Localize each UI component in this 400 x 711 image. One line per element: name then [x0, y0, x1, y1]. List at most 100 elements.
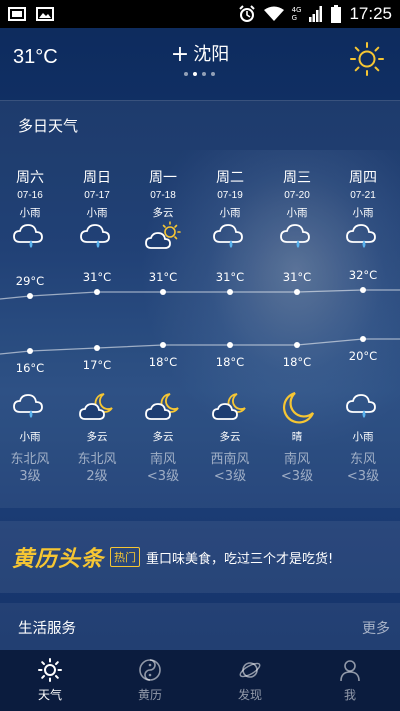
nav-weather[interactable]: 天气: [0, 650, 100, 711]
rain-icon: [78, 220, 116, 258]
wind-info: 南风 <3级: [264, 451, 330, 485]
nav-label: 我: [343, 688, 356, 702]
forecast-day[interactable]: 周二 07-19 小雨: [197, 167, 263, 220]
page-dot: [211, 72, 215, 76]
high-temp-label: 31°C: [148, 270, 178, 284]
forecast-day[interactable]: 周日 07-17 小雨: [64, 167, 130, 220]
nav-discover[interactable]: 发现: [200, 650, 300, 711]
low-temp-point: [160, 342, 166, 348]
low-temp-label: 20°C: [348, 349, 378, 363]
clock: 17:25: [349, 4, 392, 23]
high-temp-point: [227, 289, 233, 295]
nav-almanac[interactable]: 黄历: [100, 650, 200, 711]
life-services-title: 生活服务: [18, 621, 76, 637]
low-temp-point: [227, 342, 233, 348]
wind-direction: 东北风: [77, 452, 117, 467]
high-temp-point: [94, 289, 100, 295]
page-dot-active: [193, 72, 197, 76]
weekday: 周日: [83, 170, 111, 186]
day-condition: 小雨: [219, 207, 241, 219]
cloudy-moon-icon: [144, 390, 182, 428]
rain-icon: [11, 390, 49, 428]
rain-icon: [211, 220, 249, 258]
high-temp-point: [294, 289, 300, 295]
network-type: 4G G: [291, 6, 302, 22]
rain-icon: [344, 390, 382, 428]
cloudy-moon-icon: [211, 390, 249, 428]
date: 07-17: [84, 190, 110, 201]
high-temp-label: 31°C: [215, 270, 245, 284]
city-selector[interactable]: + 沈阳: [0, 40, 400, 67]
rain-icon: [344, 220, 382, 258]
day-condition: 小雨: [352, 207, 374, 219]
bottom-nav: 天气 黄历 发现 我: [0, 650, 400, 711]
date: 07-19: [217, 190, 243, 201]
low-temp-point: [94, 345, 100, 351]
low-temp-point: [294, 342, 300, 348]
yin-yang-icon: [139, 659, 161, 681]
wind-level: <3级: [146, 469, 180, 484]
rain-icon: [278, 220, 316, 258]
weekday: 周四: [349, 170, 377, 186]
wind-info: 东风 <3级: [330, 451, 396, 485]
wind-info: 东北风 2级: [64, 451, 130, 485]
weekday: 周二: [216, 170, 244, 186]
alarm-icon: [238, 5, 255, 22]
add-city-icon[interactable]: +: [171, 42, 189, 67]
more-link[interactable]: 更多: [362, 618, 390, 638]
night-condition: 多云: [86, 431, 108, 443]
high-temp-point: [360, 287, 366, 293]
night-condition: 晴: [291, 431, 303, 443]
forecast-day[interactable]: 周一 07-18 多云: [130, 167, 196, 220]
day-condition: 小雨: [19, 207, 41, 219]
high-temp-point: [160, 289, 166, 295]
weekday: 周一: [149, 170, 177, 186]
high-temp-line: [0, 289, 400, 300]
forecast-day[interactable]: 周六 07-16 小雨: [0, 167, 63, 220]
temperature-chart: [0, 287, 400, 355]
night-condition: 小雨: [352, 431, 374, 443]
weekday: 周三: [283, 170, 311, 186]
night-condition: 多云: [152, 431, 174, 443]
rain-icon: [11, 220, 49, 258]
almanac-headline-banner[interactable]: 黄历头条 热门 重口味美食，吃过三个才是吃货!: [0, 521, 400, 593]
date: 07-18: [150, 190, 176, 201]
sun-icon: [38, 658, 62, 682]
high-temp-label: 32°C: [348, 268, 378, 282]
day-condition: 多云: [152, 207, 174, 219]
day-condition: 小雨: [286, 207, 308, 219]
life-services-section: 生活服务 更多: [0, 603, 400, 650]
multi-day-forecast-card: 多日天气 周六 07-16 小雨 小雨 东北风 3级 周日 07-17 小雨 多云 东北风 2级 周一 0…: [0, 100, 400, 508]
low-temp-point: [27, 348, 33, 354]
wind-direction: 南风: [149, 452, 176, 467]
day-condition: 小雨: [86, 207, 108, 219]
nav-label: 发现: [237, 688, 262, 702]
low-temp-label: 16°C: [15, 361, 45, 375]
forecast-day[interactable]: 周三 07-20 小雨: [264, 167, 330, 220]
page-dot: [184, 72, 188, 76]
wind-direction: 南风: [283, 452, 310, 467]
nav-label: 天气: [37, 688, 62, 702]
wind-direction: 西南风: [210, 452, 250, 467]
forecast-day[interactable]: 周四 07-21 小雨: [330, 167, 396, 220]
low-temp-label: 18°C: [215, 355, 245, 369]
high-temp-label: 31°C: [82, 270, 112, 284]
page-dot: [202, 72, 206, 76]
date: 07-20: [284, 190, 310, 201]
night-condition: 多云: [219, 431, 241, 443]
cloudy-moon-icon: [78, 390, 116, 428]
night-condition: 小雨: [19, 431, 41, 443]
moon-icon: [278, 390, 316, 432]
high-temp-point: [27, 293, 33, 299]
high-temp-label: 29°C: [15, 274, 45, 288]
status-bar: 4G G 17:25: [0, 0, 400, 28]
signal-icon: [309, 6, 323, 22]
user-icon: [340, 660, 360, 682]
city-name: 沈阳: [193, 44, 230, 65]
nav-me[interactable]: 我: [300, 650, 400, 711]
nav-label: 黄历: [137, 688, 162, 702]
headline-text[interactable]: 重口味美食，吃过三个才是吃货!: [146, 548, 333, 567]
high-temp-label: 31°C: [282, 270, 312, 284]
weather-theme-button[interactable]: [350, 42, 384, 80]
wind-info: 东北风 3级: [0, 451, 63, 485]
